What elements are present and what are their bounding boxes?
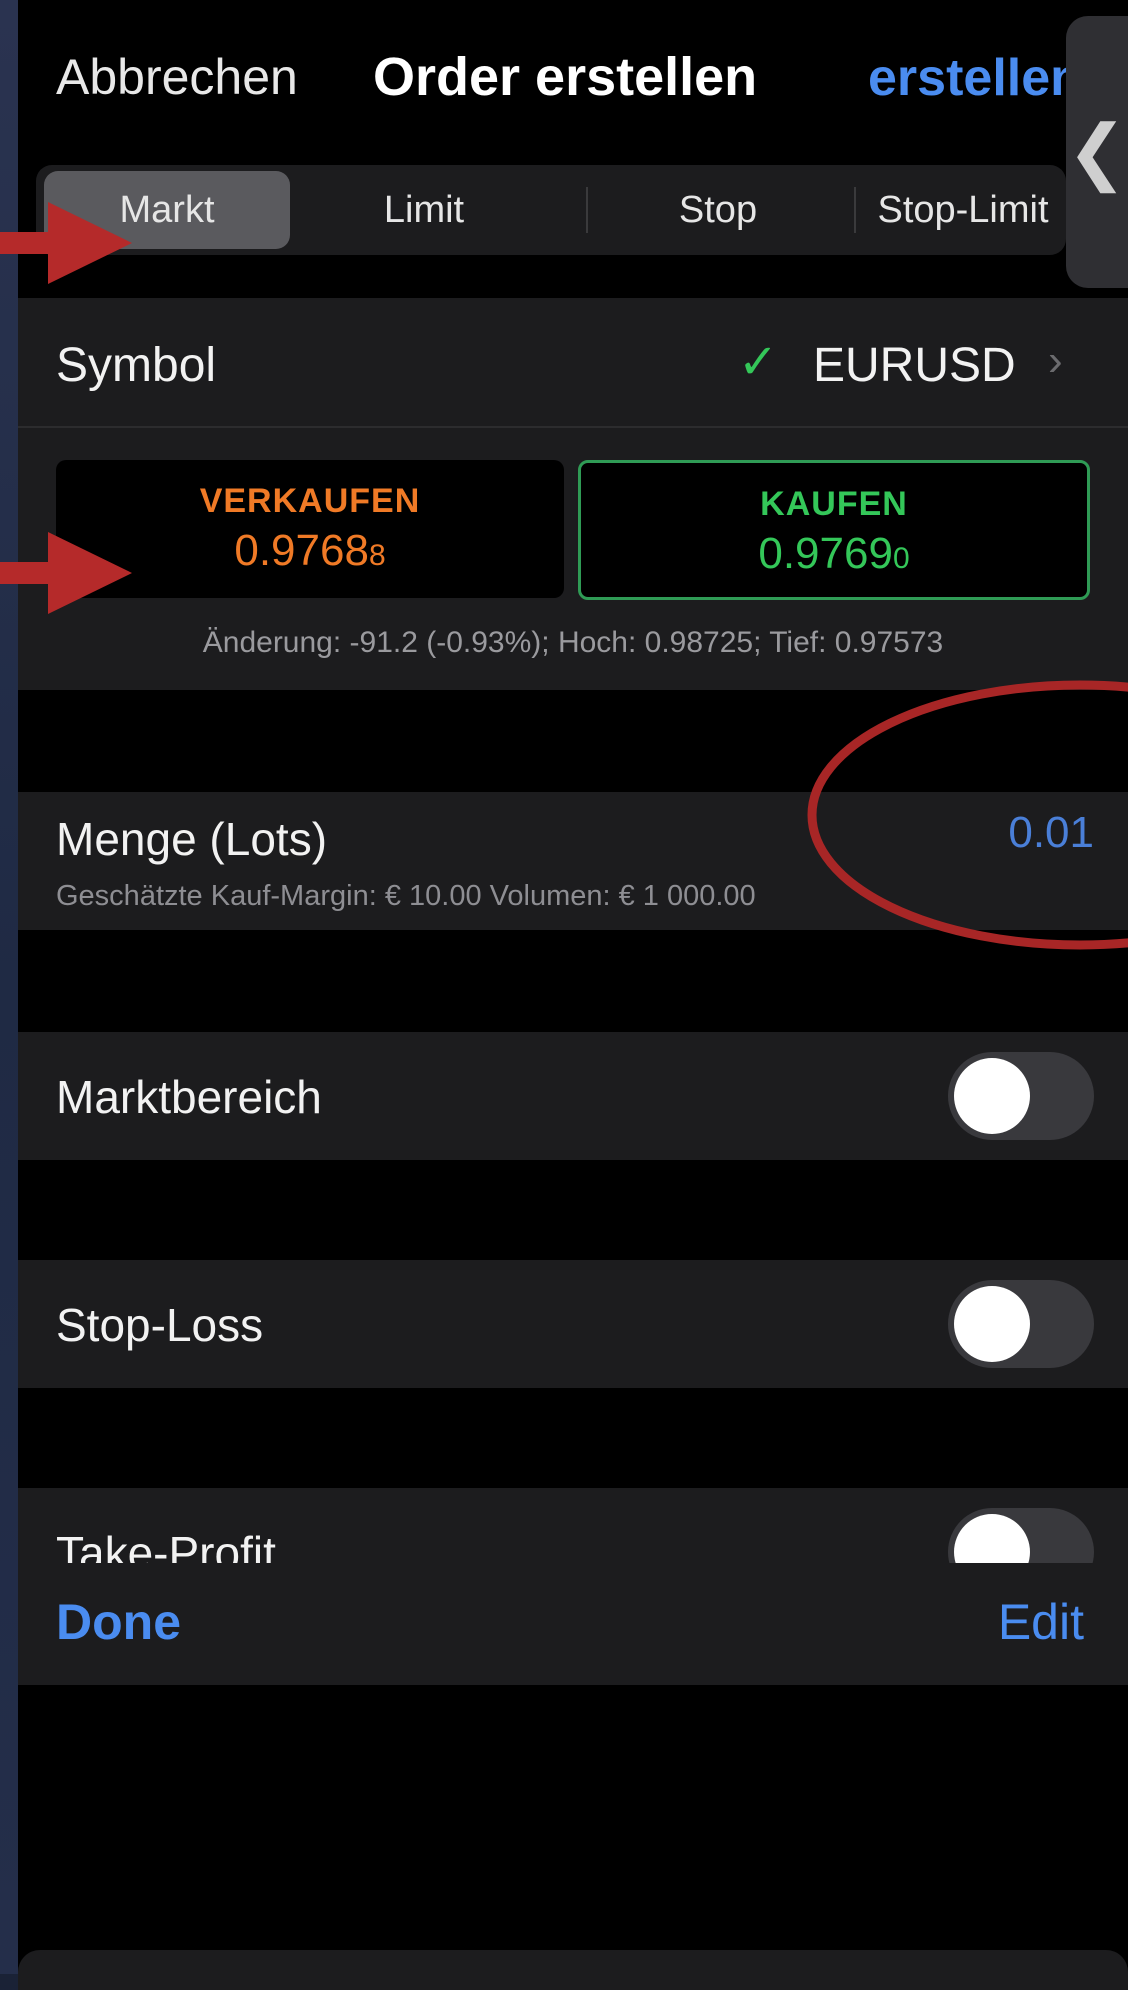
take-profit-label: Take-Profit — [56, 1527, 276, 1563]
stop-loss-toggle[interactable] — [948, 1280, 1094, 1368]
tab-limit[interactable]: Limit — [300, 171, 548, 249]
order-type-segmented-control: Markt Limit Stop Stop-Limit — [36, 165, 1066, 255]
navigation-bar: Abbrechen Order erstellen erstellen — [18, 0, 1128, 155]
edit-button[interactable]: Edit — [998, 1593, 1084, 1651]
page-title: Order erstellen — [373, 47, 758, 107]
bottom-sheet-edge — [18, 1950, 1128, 1990]
symbol-row[interactable]: Symbol ✓ EURUSD › — [18, 298, 1128, 428]
buy-label: KAUFEN — [760, 485, 908, 523]
stop-loss-row: Stop-Loss — [18, 1260, 1128, 1388]
annotation-arrow-icon — [0, 532, 132, 614]
chevron-left-icon: ❮ — [1066, 112, 1128, 192]
market-range-toggle[interactable] — [948, 1052, 1094, 1140]
market-range-row: Marktbereich — [18, 1032, 1128, 1160]
toggle-knob — [954, 1514, 1030, 1563]
take-profit-toggle[interactable] — [948, 1508, 1094, 1563]
symbol-quote-card: Symbol ✓ EURUSD › VERKAUFEN 0.97688 KAUF… — [18, 298, 1128, 690]
keyboard-toolbar: Done Edit — [18, 1563, 1128, 1685]
cancel-button[interactable]: Abbrechen — [56, 48, 298, 106]
stop-loss-label: Stop-Loss — [56, 1299, 264, 1351]
quantity-details: Geschätzte Kauf-Margin: € 10.00 Volumen:… — [56, 880, 756, 912]
price-change-info: Änderung: -91.2 (-0.93%); Hoch: 0.98725;… — [202, 626, 944, 659]
annotation-ellipse — [807, 680, 1128, 950]
sell-label: VERKAUFEN — [199, 482, 421, 520]
tab-stop-limit[interactable]: Stop-Limit — [856, 171, 1070, 249]
tab-stop[interactable]: Stop — [588, 171, 848, 249]
quantity-label: Menge (Lots) — [56, 813, 328, 865]
take-profit-row: Take-Profit — [18, 1488, 1128, 1563]
annotation-arrow-icon — [0, 202, 132, 284]
symbol-label: Symbol — [56, 339, 217, 392]
done-button[interactable]: Done — [56, 1593, 181, 1651]
create-button[interactable]: erstellen — [868, 48, 1082, 108]
order-screen: Abbrechen Order erstellen erstellen Mark… — [18, 0, 1128, 1974]
check-icon: ✓ — [738, 336, 779, 389]
buy-price: 0.97690 — [758, 529, 910, 578]
side-panel-handle[interactable]: ❮ — [1066, 16, 1128, 288]
buy-button[interactable]: KAUFEN 0.97690 — [578, 460, 1090, 600]
toggle-knob — [954, 1058, 1030, 1134]
symbol-value: EURUSD — [813, 339, 1016, 392]
toggle-knob — [954, 1286, 1030, 1362]
chevron-right-icon: › — [1048, 336, 1063, 385]
background-strip — [0, 0, 18, 1974]
market-range-label: Marktbereich — [56, 1071, 322, 1123]
